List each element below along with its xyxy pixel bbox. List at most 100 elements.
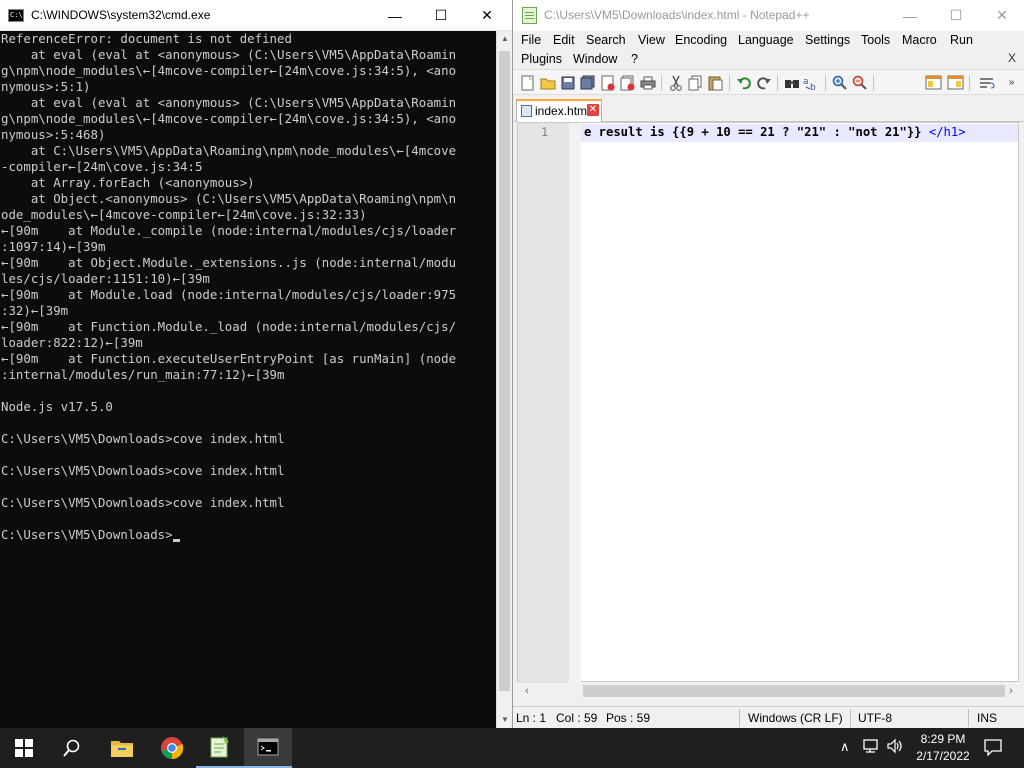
cmd-app-icon: C:\ <box>8 9 24 22</box>
menu-settings[interactable]: Settings <box>805 33 850 47</box>
console-prompt: C:\Users\VM5\Downloads> <box>1 527 173 542</box>
paste-icon[interactable] <box>707 74 724 91</box>
file-explorer-icon[interactable] <box>98 728 146 768</box>
cmd-vertical-scrollbar[interactable]: ▲ ▼ <box>496 31 512 728</box>
scroll-up-icon[interactable]: ▲ <box>497 31 513 47</box>
print-icon[interactable] <box>639 74 656 91</box>
menu-window[interactable]: Window <box>573 52 617 66</box>
menu-view[interactable]: View <box>638 33 665 47</box>
zoom-out-icon[interactable] <box>851 74 868 91</box>
search-icon[interactable] <box>48 728 96 768</box>
scroll-left-icon[interactable]: ‹ <box>519 683 535 700</box>
menu-plugins[interactable]: Plugins <box>521 52 562 66</box>
sync-vertical-icon[interactable] <box>925 74 942 91</box>
save-all-icon[interactable] <box>579 74 596 91</box>
console-line: -compiler←[24m\cove.js:34:5 <box>1 159 203 174</box>
npp-window-title: C:\Users\VM5\Downloads\index.html - Note… <box>544 8 810 22</box>
console-line: C:\Users\VM5\Downloads>cove index.html <box>1 495 285 510</box>
console-line: ←[90m at Module._compile (node:internal/… <box>1 223 457 238</box>
close-file-icon[interactable] <box>599 74 616 91</box>
system-clock[interactable]: 8:29 PM 2/17/2022 <box>910 731 976 765</box>
copy-icon[interactable] <box>687 74 704 91</box>
volume-icon[interactable] <box>886 738 904 757</box>
close-button[interactable]: ✕ <box>464 0 510 31</box>
svg-text:a: a <box>803 77 809 87</box>
start-button[interactable] <box>0 728 48 768</box>
console-prompt-line[interactable]: C:\Users\VM5\Downloads> <box>1 527 496 543</box>
maximize-button[interactable]: ☐ <box>418 0 464 31</box>
scroll-right-icon[interactable]: › <box>1003 683 1019 700</box>
status-eol[interactable]: Windows (CR LF) <box>748 711 843 725</box>
scroll-down-icon[interactable]: ▼ <box>497 712 513 728</box>
npp-titlebar[interactable]: C:\Users\VM5\Downloads\index.html - Note… <box>513 0 1024 31</box>
menu-encoding[interactable]: Encoding <box>675 33 727 47</box>
save-icon[interactable] <box>559 74 576 91</box>
minimize-button[interactable]: — <box>887 0 933 31</box>
find-icon[interactable] <box>783 74 800 91</box>
chrome-icon[interactable] <box>148 728 196 768</box>
menu-edit[interactable]: Edit <box>553 33 575 47</box>
tab-close-icon[interactable]: ✕ <box>587 104 599 116</box>
cmd-window-title: C:\WINDOWS\system32\cmd.exe <box>31 8 211 22</box>
console-line: at eval (eval at <anonymous> (C:\Users\V… <box>1 47 457 62</box>
line-number: 1 <box>541 125 548 139</box>
menu-tools[interactable]: Tools <box>861 33 890 47</box>
menu-run[interactable]: Run <box>950 33 973 47</box>
minimize-button[interactable]: — <box>372 0 418 31</box>
console-line: :internal/modules/run_main:77:12)←[39m <box>1 367 285 382</box>
code-editor[interactable]: 1 e result is {{9 + 10 == 21 ? "21" : "n… <box>517 122 1019 683</box>
cmd-taskbar-icon[interactable] <box>244 728 292 768</box>
tab-index-html[interactable]: index.html ✕ <box>516 99 602 122</box>
scroll-thumb[interactable] <box>583 685 1005 697</box>
redo-icon[interactable] <box>755 74 772 91</box>
cmd-window[interactable]: C:\ C:\WINDOWS\system32\cmd.exe — ☐ ✕ Re… <box>0 0 512 728</box>
zoom-in-icon[interactable] <box>831 74 848 91</box>
menu-search[interactable]: Search <box>586 33 626 47</box>
notepad-plus-plus-taskbar-icon[interactable] <box>196 728 244 768</box>
close-button[interactable]: ✕ <box>979 0 1024 31</box>
undo-icon[interactable] <box>735 74 752 91</box>
sync-horizontal-icon[interactable] <box>947 74 964 91</box>
menu-language[interactable]: Language <box>738 33 794 47</box>
code-closing-tag: </h1> <box>928 125 966 139</box>
console-line: g\npm\node_modules\←[4mcove-compiler←[24… <box>1 63 457 78</box>
network-icon[interactable] <box>862 738 880 757</box>
open-file-icon[interactable] <box>539 74 556 91</box>
console-line: ←[90m at Function.executeUserEntryPoint … <box>1 351 457 366</box>
toolbar-overflow-icon[interactable]: » <box>1003 74 1020 91</box>
text-cursor <box>172 539 180 542</box>
console-line: ←[90m at Object.Module._extensions..js (… <box>1 255 457 270</box>
new-file-icon[interactable] <box>519 74 536 91</box>
console-line: at C:\Users\VM5\AppData\Roaming\npm\node… <box>1 143 457 158</box>
status-insert-mode[interactable]: INS <box>977 711 997 725</box>
word-wrap-icon[interactable] <box>978 74 995 91</box>
status-encoding[interactable]: UTF-8 <box>858 711 892 725</box>
status-position: Pos : 59 <box>606 711 651 725</box>
menu-help[interactable]: ? <box>631 52 638 66</box>
console-line: Node.js v17.5.0 <box>1 399 113 414</box>
maximize-button[interactable]: ☐ <box>933 0 979 31</box>
scroll-thumb[interactable] <box>499 51 510 691</box>
menu-macro[interactable]: Macro <box>902 33 937 47</box>
console-line: les/cjs/loader:1151:10)←[39m <box>1 271 210 286</box>
windows-logo-icon <box>15 739 33 757</box>
code-line[interactable]: e result is {{9 + 10 == 21 ? "21" : "not… <box>584 125 966 139</box>
console-output[interactable]: ReferenceError: document is not defined … <box>0 31 496 728</box>
close-all-icon[interactable] <box>619 74 636 91</box>
notepad-plus-plus-window[interactable]: C:\Users\VM5\Downloads\index.html - Note… <box>512 0 1024 728</box>
replace-icon[interactable]: ab <box>803 74 820 91</box>
code-text: e result is {{9 + 10 == 21 ? "21" : "not… <box>584 125 929 139</box>
console-line: loader:822:12)←[39m <box>1 335 143 350</box>
menu-file[interactable]: File <box>521 33 541 47</box>
cmd-titlebar[interactable]: C:\ C:\WINDOWS\system32\cmd.exe — ☐ ✕ <box>0 0 512 31</box>
close-document-button[interactable]: X <box>1008 51 1016 65</box>
cut-icon[interactable] <box>667 74 684 91</box>
notifications-icon[interactable] <box>984 738 1002 759</box>
status-bar: Ln : 1 Col : 59 Pos : 59 Windows (CR LF)… <box>513 706 1024 728</box>
console-line: ←[90m at Module.load (node:internal/modu… <box>1 287 457 302</box>
editor-horizontal-scrollbar[interactable]: ‹ › <box>517 683 1019 700</box>
console-line: ode_modules\←[4mcove-compiler←[24m\cove.… <box>1 207 367 222</box>
show-hidden-icons-chevron-icon[interactable]: ∧ <box>840 739 850 755</box>
fold-margin <box>569 123 581 683</box>
